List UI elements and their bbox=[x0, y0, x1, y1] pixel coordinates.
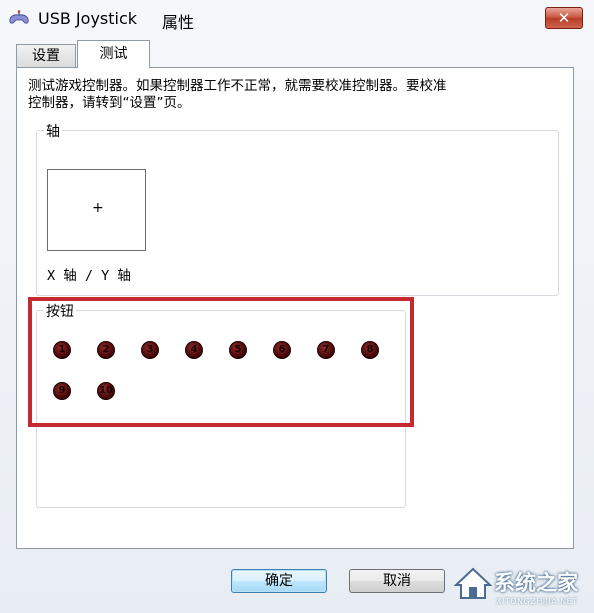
axis-group-label: 轴 bbox=[44, 121, 62, 141]
window-title-suffix: 属性 bbox=[162, 13, 195, 32]
watermark-subtext: XITONGZHIJIA.NET bbox=[496, 597, 578, 606]
test-description: 测试游戏控制器。如果控制器工作不正常，就需要校准控制器。要校准 控制器，请转到“… bbox=[28, 78, 558, 112]
joystick-icon bbox=[9, 10, 29, 24]
joystick-button-1: 1 bbox=[53, 341, 71, 359]
watermark-house-icon bbox=[453, 567, 493, 599]
tab-test[interactable]: 测试 bbox=[77, 40, 150, 68]
description-line-2: 控制器，请转到“设置”页。 bbox=[28, 95, 191, 111]
joystick-button-3: 3 bbox=[141, 341, 159, 359]
joystick-button-8: 8 bbox=[361, 341, 379, 359]
cancel-button[interactable]: 取消 bbox=[349, 569, 445, 593]
joystick-button-10: 10 bbox=[97, 382, 115, 400]
joystick-button-7: 7 bbox=[317, 341, 335, 359]
joystick-button-4: 4 bbox=[185, 341, 203, 359]
window-title: USB Joystick bbox=[38, 9, 138, 28]
tab-settings[interactable]: 设置 bbox=[16, 44, 76, 67]
ok-button[interactable]: 确定 bbox=[231, 569, 327, 593]
joystick-button-6: 6 bbox=[273, 341, 291, 359]
site-watermark: 系统之家 XITONGZHIJIA.NET bbox=[452, 565, 594, 613]
axis-caption: X 轴 / Y 轴 bbox=[47, 268, 131, 284]
joystick-button-5: 5 bbox=[229, 341, 247, 359]
watermark-text: 系统之家 bbox=[494, 571, 578, 595]
title-bar[interactable]: USB Joystick 属性 ✕ bbox=[0, 0, 594, 36]
buttons-groupbox bbox=[36, 310, 406, 508]
joystick-button-2: 2 bbox=[97, 341, 115, 359]
properties-window: USB Joystick 属性 ✕ 设置 测试 测试游戏控制器。如果控制器工作不… bbox=[0, 0, 594, 613]
buttons-group-label: 按钮 bbox=[44, 301, 76, 321]
close-icon: ✕ bbox=[557, 9, 571, 27]
description-line-1: 测试游戏控制器。如果控制器工作不正常，就需要校准控制器。要校准 bbox=[28, 78, 447, 94]
joystick-button-9: 9 bbox=[53, 382, 71, 400]
crosshair-icon: + bbox=[92, 200, 104, 216]
close-button[interactable]: ✕ bbox=[545, 7, 583, 29]
